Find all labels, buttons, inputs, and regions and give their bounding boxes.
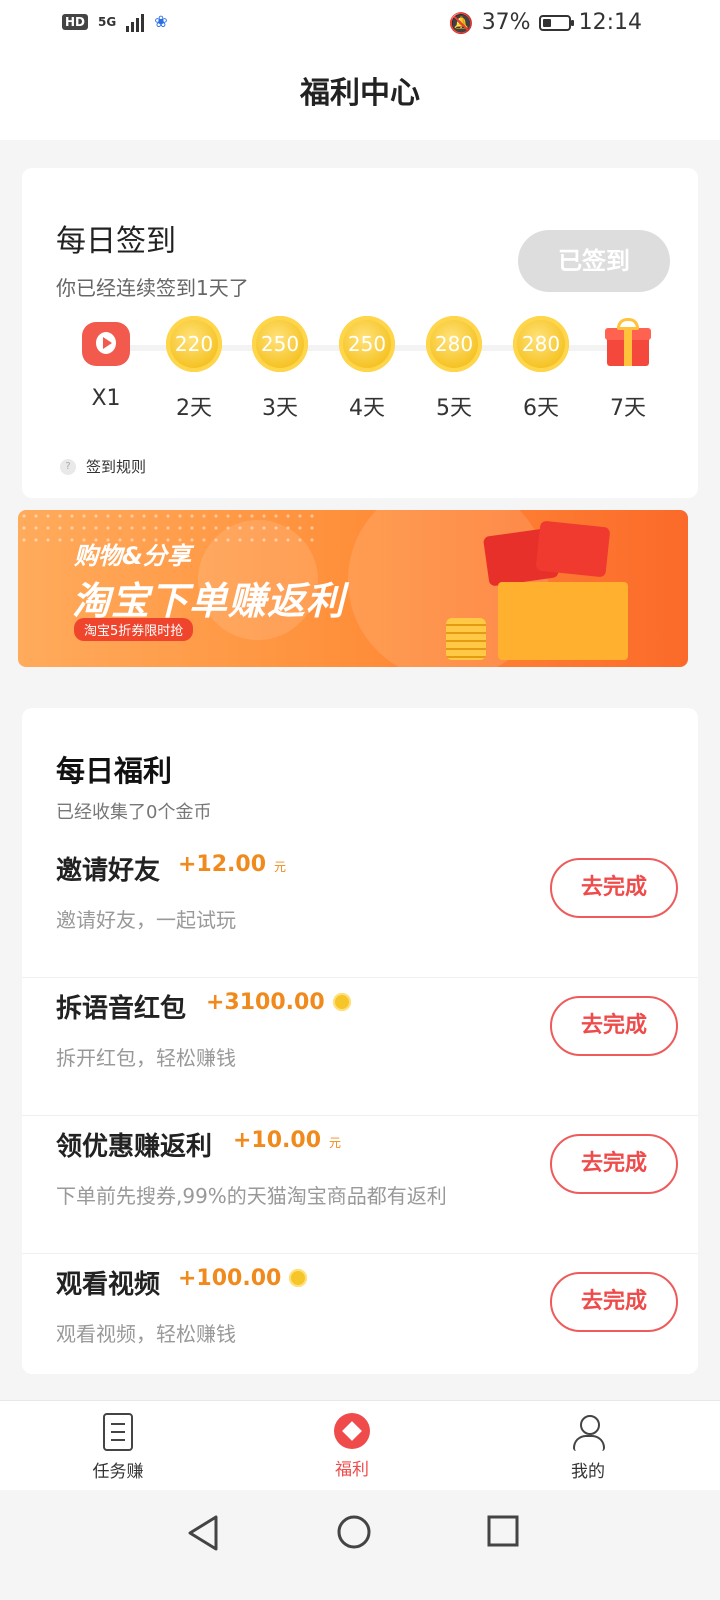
task-name: 观看视频 (56, 1270, 161, 1300)
task-name: 拆语音红包 (56, 994, 187, 1024)
reward-amount: +100.00 (178, 1266, 282, 1291)
signal-icon (126, 12, 145, 32)
task-reward: +100.00 (178, 1266, 308, 1291)
go-complete-button[interactable]: 去完成 (550, 1134, 678, 1194)
day-label: 7天 (610, 396, 646, 421)
go-complete-button[interactable]: 去完成 (550, 858, 678, 918)
signin-day-3[interactable]: 250 3天 (236, 316, 324, 422)
task-list-icon (103, 1413, 133, 1451)
signin-day-2[interactable]: 220 2天 (150, 316, 238, 422)
signin-rules-link[interactable]: ? 签到规则 (60, 456, 146, 477)
reward-unit: 元 (329, 1136, 342, 1150)
banner-line-1: 购物&分享 (74, 542, 191, 570)
signin-day-7[interactable]: 7天 (584, 316, 672, 422)
red-envelope-icon (535, 520, 611, 578)
treasure-chest-icon (498, 582, 628, 660)
bottom-tab-bar: 任务赚 福利 我的 (0, 1400, 720, 1491)
coin-icon (289, 1269, 308, 1287)
day-label: 2天 (176, 396, 212, 421)
day-label: 4天 (349, 396, 385, 421)
tab-label: 我的 (571, 1462, 605, 1482)
reward-unit: 元 (274, 860, 287, 874)
signin-subtitle: 你已经连续签到1天了 (56, 276, 249, 300)
reward-amount: +3100.00 (206, 990, 325, 1015)
signin-day-4[interactable]: 250 4天 (323, 316, 411, 422)
battery-percent: 37% (481, 10, 531, 35)
reward-amount: +12.00 (178, 852, 267, 877)
coin-stack-icon (446, 618, 486, 660)
signin-days: X1 220 2天 250 3天 250 4天 280 5天 280 6天 7天 (62, 316, 682, 426)
tab-label: 福利 (335, 1460, 369, 1480)
task-reward: +3100.00 (206, 990, 351, 1015)
mute-bell-icon: 🔕 (448, 10, 474, 35)
coin-icon: 250 (339, 316, 395, 372)
tab-welfare[interactable]: 福利 (292, 1413, 412, 1480)
signin-title: 每日签到 (56, 224, 176, 259)
reward-amount: +10.00 (233, 1128, 322, 1153)
task-row-coupon-rebate: 领优惠赚返利 +10.00 元 下单前先搜券,99%的天猫淘宝商品都有返利 去完… (22, 1116, 698, 1254)
day-label: 3天 (262, 396, 298, 421)
task-name: 邀请好友 (56, 856, 161, 886)
task-row-watch-video: 观看视频 +100.00 观看视频，轻松赚钱 去完成 (22, 1254, 698, 1392)
clock: 12:14 (578, 10, 642, 35)
go-complete-button[interactable]: 去完成 (550, 1272, 678, 1332)
gift-icon (605, 318, 651, 366)
day-label: 6天 (523, 396, 559, 421)
recents-icon[interactable] (486, 1514, 520, 1548)
banner-line-2: 淘宝下单赚返利 (72, 579, 346, 623)
task-desc: 下单前先搜券,99%的天猫淘宝商品都有返利 (56, 1184, 447, 1208)
task-desc: 拆开红包，轻松赚钱 (56, 1046, 236, 1070)
day-label: 5天 (436, 396, 472, 421)
coin-icon: 280 (513, 316, 569, 372)
coin-icon: 250 (252, 316, 308, 372)
baidu-icon: ❀ (154, 12, 168, 31)
question-icon: ? (60, 458, 76, 475)
network-label: 5G (98, 15, 117, 29)
task-reward: +10.00 元 (233, 1128, 341, 1153)
play-icon (82, 322, 130, 366)
home-icon[interactable] (336, 1514, 372, 1550)
task-reward: +12.00 元 (178, 852, 286, 877)
page-title: 福利中心 (300, 76, 420, 111)
hd-badge: HD (62, 14, 89, 30)
daily-signin-card: 每日签到 你已经连续签到1天了 已签到 X1 220 2天 250 3天 250… (22, 168, 698, 498)
tab-label: 任务赚 (92, 1462, 144, 1482)
tab-mine[interactable]: 我的 (528, 1413, 648, 1482)
page-header: 福利中心 (0, 48, 720, 140)
signin-day-6[interactable]: 280 6天 (497, 316, 585, 422)
signin-day-1[interactable]: X1 (62, 316, 150, 411)
coin-icon: 220 (166, 316, 222, 372)
back-icon[interactable] (186, 1514, 220, 1552)
status-bar: HD 5G ❀ 🔕 37% 12:14 (0, 0, 720, 48)
daily-welfare-card: 每日福利 已经收集了0个金币 邀请好友 +12.00 元 邀请好友，一起试玩 去… (22, 708, 698, 1374)
status-left: HD 5G ❀ (62, 12, 172, 32)
battery-icon (538, 14, 574, 31)
day-label: X1 (91, 386, 121, 411)
signin-rules-label: 签到规则 (86, 458, 147, 476)
signin-day-5[interactable]: 280 5天 (410, 316, 498, 422)
welfare-diamond-icon (334, 1413, 370, 1449)
task-desc: 邀请好友，一起试玩 (56, 908, 236, 932)
tab-tasks[interactable]: 任务赚 (58, 1413, 178, 1482)
system-nav-bar (0, 1490, 720, 1600)
task-row-voice-redpacket: 拆语音红包 +3100.00 拆开红包，轻松赚钱 去完成 (22, 978, 698, 1116)
coin-icon (332, 993, 351, 1011)
task-desc: 观看视频，轻松赚钱 (56, 1322, 236, 1346)
banner-coupon-pill: 淘宝5折券限时抢 (74, 618, 194, 641)
taobao-rebate-banner[interactable]: 购物&分享 淘宝下单赚返利 淘宝5折券限时抢 (18, 510, 688, 667)
welfare-subtitle: 已经收集了0个金币 (56, 802, 212, 823)
task-row-invite: 邀请好友 +12.00 元 邀请好友，一起试玩 去完成 (22, 840, 698, 978)
status-right: 🔕 37% 12:14 (449, 10, 642, 35)
signed-in-button[interactable]: 已签到 (518, 230, 670, 292)
task-name: 领优惠赚返利 (56, 1132, 213, 1162)
go-complete-button[interactable]: 去完成 (550, 996, 678, 1056)
welfare-title: 每日福利 (56, 754, 173, 788)
user-icon (570, 1413, 606, 1451)
coin-icon: 280 (426, 316, 482, 372)
